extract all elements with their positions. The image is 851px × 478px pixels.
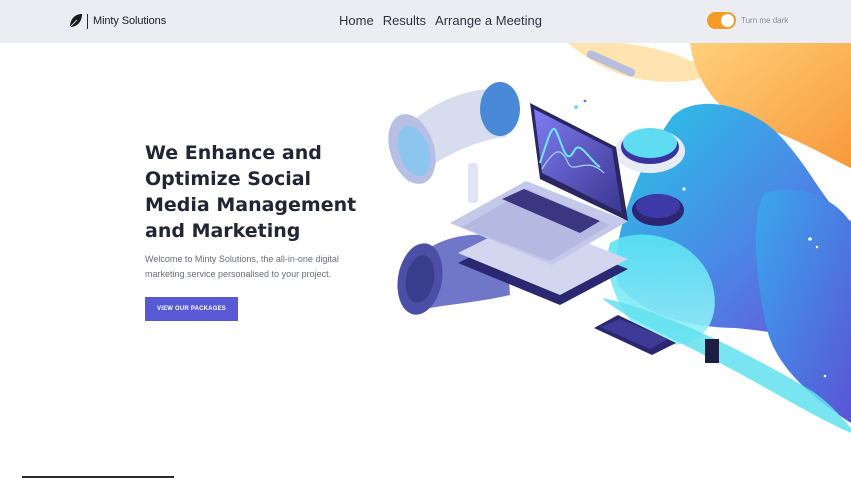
theme-switch: Turn me dark (707, 12, 788, 29)
nav-results[interactable]: Results (383, 13, 426, 28)
dark-mode-label: Turn me dark (741, 16, 789, 25)
dark-mode-toggle[interactable] (707, 12, 736, 29)
top-navbar: Minty Solutions Home Results Arrange a M… (0, 0, 851, 43)
nav-home[interactable]: Home (339, 13, 374, 28)
main-nav: Home Results Arrange a Meeting (339, 13, 542, 28)
toggle-knob (721, 14, 734, 27)
hero-illustration (388, 43, 851, 433)
leaf-icon (69, 14, 82, 28)
nav-arrange-meeting[interactable]: Arrange a Meeting (435, 13, 542, 28)
view-packages-button[interactable]: VIEW OUR PACKAGES (145, 297, 238, 321)
hero-description: Welcome to Minty Solutions, the all-in-o… (145, 254, 339, 279)
brand[interactable]: Minty Solutions (69, 13, 166, 29)
brand-name: Minty Solutions (93, 15, 167, 27)
hero-title: We Enhance and Optimize Social Media Man… (145, 142, 357, 242)
brand-divider (87, 13, 88, 29)
